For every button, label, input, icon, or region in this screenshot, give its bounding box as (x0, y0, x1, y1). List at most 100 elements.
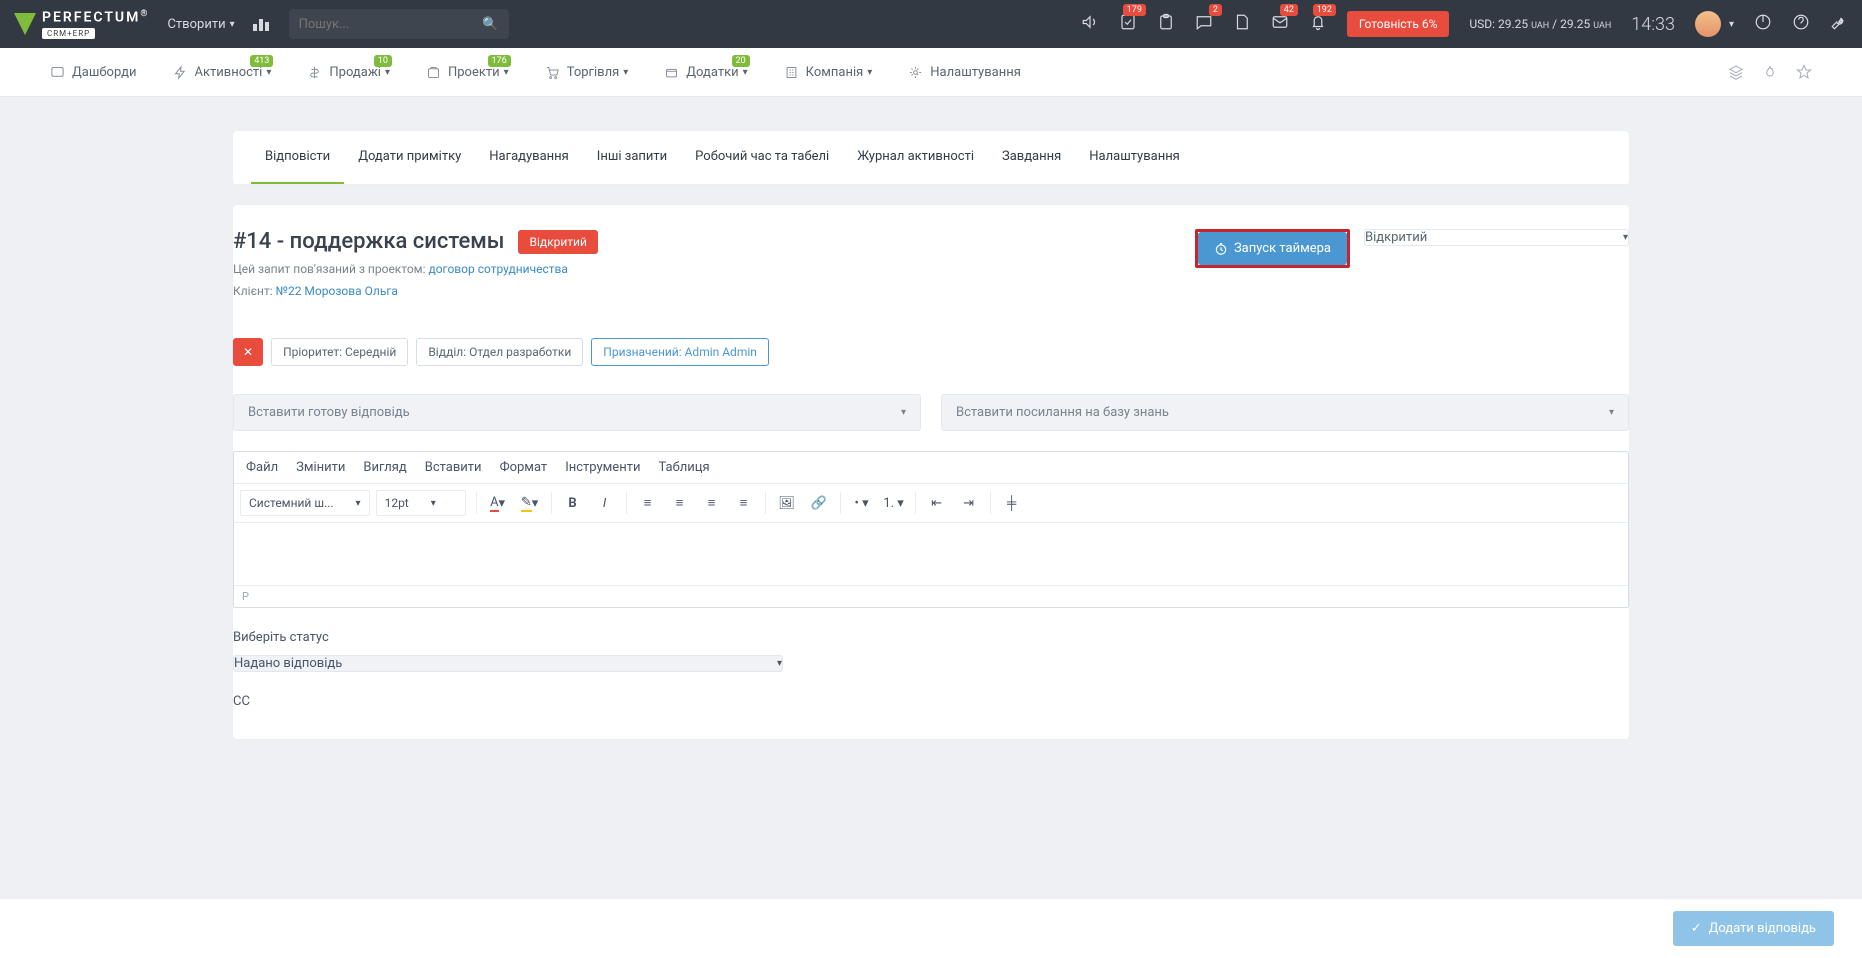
project-link[interactable]: договор сотрудничества (428, 262, 567, 276)
bold-icon[interactable]: B (558, 488, 588, 518)
text-color-icon[interactable]: A ▾ (483, 488, 513, 518)
insert-kb-select[interactable]: Вставити посилання на базу знань▾ (941, 394, 1629, 431)
nav-label: Проекти (448, 65, 500, 80)
add-reply-button[interactable]: ✓ Додати відповідь (1673, 911, 1834, 946)
mail-icon[interactable]: 42 (1271, 13, 1289, 35)
status-field-select[interactable]: Надано відповідь ▾ (233, 655, 783, 672)
editor-menu-table[interactable]: Таблиця (658, 460, 709, 475)
editor-menu-file[interactable]: Файл (246, 460, 278, 475)
logo-text: PERFECTUM (42, 10, 140, 26)
highlight-color-icon[interactable]: ✎ ▾ (515, 488, 545, 518)
number-list-icon[interactable]: 1. ▾ (879, 488, 909, 518)
chevron-down-icon: ▾ (777, 658, 782, 669)
tab-other[interactable]: Інші запити (583, 131, 681, 184)
stats-icon[interactable] (253, 17, 271, 31)
clipboard-icon[interactable] (1157, 13, 1175, 35)
avatar (1695, 11, 1721, 37)
font-size-select[interactable]: 12pt▾ (376, 490, 466, 516)
currency-rate: USD: 29.25 UAH / 29.25 UAH (1469, 17, 1611, 31)
ticket-card: #14 - поддержка системы Відкритий Цей за… (233, 205, 1629, 739)
editor-menu-tools[interactable]: Інструменти (565, 460, 640, 475)
nav-dashboards[interactable]: Дашборди (50, 65, 137, 80)
ticket-project-meta: Цей запит пов'язаний з проектом: договор… (233, 262, 1195, 276)
document-icon[interactable] (1233, 13, 1251, 35)
flame-icon[interactable] (1762, 64, 1778, 80)
messages-icon[interactable]: 2 (1195, 13, 1213, 35)
help-icon[interactable] (1792, 13, 1810, 35)
user-menu[interactable]: ▾ (1695, 11, 1734, 37)
bell-icon[interactable]: 192 (1309, 13, 1327, 35)
bullet-list-icon[interactable]: • ▾ (847, 488, 877, 518)
italic-icon[interactable]: I (590, 488, 620, 518)
readiness-button[interactable]: Готовність 6% (1347, 11, 1449, 37)
start-timer-button[interactable]: Запуск таймера (1198, 232, 1347, 265)
editor-body[interactable] (234, 523, 1628, 585)
image-icon[interactable]: 🖼 (772, 488, 802, 518)
status-field-value: Надано відповідь (234, 656, 342, 671)
logo[interactable]: PERFECTUM® CRM+ERP (14, 9, 149, 39)
logo-mark-icon (14, 13, 36, 35)
editor-statusbar: P (234, 585, 1628, 607)
nav-label: Додатки (686, 65, 738, 80)
nav-settings[interactable]: Налаштування (908, 65, 1021, 80)
nav-label: Продажі (329, 65, 381, 80)
tab-tasks[interactable]: Завдання (988, 131, 1075, 184)
search-input-wrap[interactable]: 🔍 (289, 9, 509, 39)
create-button[interactable]: Створити▾ (167, 17, 234, 32)
link-icon[interactable]: 🔗 (804, 488, 834, 518)
search-input[interactable] (299, 17, 483, 32)
cc-label: CC (233, 694, 1629, 709)
nav-label: Активності (195, 65, 263, 80)
remove-chip-button[interactable]: ✕ (233, 338, 263, 366)
font-family-select[interactable]: Системний ш...▾ (240, 490, 370, 516)
pagebreak-icon[interactable]: ╪ (997, 488, 1027, 518)
wrench-icon[interactable] (1830, 13, 1848, 35)
layers-icon[interactable] (1728, 64, 1744, 80)
ticket-status-select[interactable]: Відкритий ▾ (1364, 229, 1629, 246)
nav-company[interactable]: Компанія▾ (784, 65, 873, 80)
editor-menu-format[interactable]: Формат (500, 460, 548, 475)
department-chip[interactable]: Відділ: Отдел разработки (416, 338, 583, 366)
content-tabs: Відповісти Додати примітку Нагадування І… (233, 131, 1629, 185)
align-justify-icon[interactable]: ≡ (729, 488, 759, 518)
tab-reply[interactable]: Відповісти (251, 131, 344, 184)
align-right-icon[interactable]: ≡ (697, 488, 727, 518)
editor-menu-view[interactable]: Вигляд (363, 460, 406, 475)
sound-icon[interactable] (1081, 13, 1099, 35)
nav-sales[interactable]: Продажі10▾ (307, 65, 390, 80)
tab-journal[interactable]: Журнал активності (843, 131, 988, 184)
tab-remind[interactable]: Нагадування (475, 131, 583, 184)
rich-editor: Файл Змінити Вигляд Вставити Формат Інст… (233, 451, 1629, 608)
align-left-icon[interactable]: ≡ (633, 488, 663, 518)
align-center-icon[interactable]: ≡ (665, 488, 695, 518)
status-select-value: Відкритий (1365, 230, 1427, 245)
nav-projects[interactable]: Проекти176▾ (426, 65, 509, 80)
power-icon[interactable] (1754, 13, 1772, 35)
status-field-label: Виберіть статус (233, 630, 1629, 645)
insert-reply-label: Вставити готову відповідь (248, 405, 410, 420)
insert-reply-select[interactable]: Вставити готову відповідь▾ (233, 394, 921, 431)
ticket-client-meta: Клієнт: №22 Морозова Ольга (233, 284, 1195, 298)
nav-trade[interactable]: Торгівля▾ (545, 65, 629, 80)
assigned-chip[interactable]: Призначений: Admin Admin (591, 338, 769, 366)
tab-options[interactable]: Налаштування (1075, 131, 1194, 184)
tab-note[interactable]: Додати примітку (344, 131, 475, 184)
priority-chip[interactable]: Пріоритет: Середній (271, 338, 408, 366)
outdent-icon[interactable]: ⇤ (922, 488, 952, 518)
clock-icon (1214, 242, 1228, 256)
tasks-icon[interactable]: 179 (1119, 13, 1137, 35)
nav-label: Компанія (806, 65, 864, 80)
nav-badge: 176 (488, 55, 511, 67)
editor-menu-insert[interactable]: Вставити (425, 460, 482, 475)
nav-activities[interactable]: Активності413▾ (173, 65, 272, 80)
indent-icon[interactable]: ⇥ (954, 488, 984, 518)
tab-worktime[interactable]: Робочий час та табелі (681, 131, 843, 184)
client-link[interactable]: №22 Морозова Ольга (276, 284, 398, 298)
editor-menu-edit[interactable]: Змінити (296, 460, 345, 475)
nav-badge: 10 (374, 55, 392, 67)
editor-menubar: Файл Змінити Вигляд Вставити Формат Інст… (234, 452, 1628, 484)
topbar: PERFECTUM® CRM+ERP Створити▾ 🔍 179 2 42 … (0, 0, 1862, 48)
messages-badge: 2 (1209, 4, 1222, 16)
star-icon[interactable] (1796, 64, 1812, 80)
nav-addons[interactable]: Додатки20▾ (664, 65, 747, 80)
